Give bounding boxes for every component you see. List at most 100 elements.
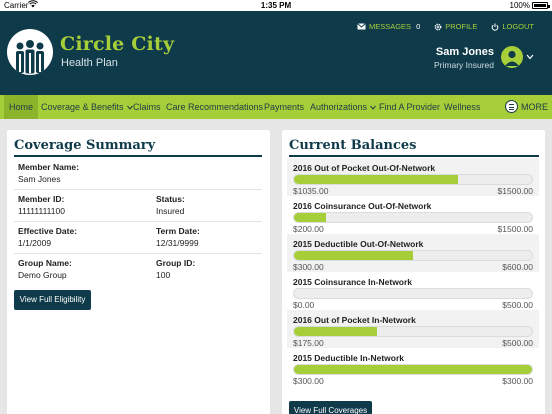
- avatar[interactable]: [501, 46, 523, 68]
- balance-progress-fill: [294, 251, 413, 260]
- coverage-summary-card: Coverage Summary Member Name: Sam Jones …: [7, 130, 270, 414]
- divider: [14, 253, 262, 254]
- view-full-eligibility-button[interactable]: View Full Eligibility: [14, 290, 91, 310]
- balance-label: 2016 Out of Pocket Out-Of-Network: [293, 163, 436, 173]
- chevron-down-icon[interactable]: [526, 54, 534, 60]
- balance-used-amount: $175.00: [293, 338, 324, 348]
- top-links: MESSAGES 0 PROFILE LOGOUT: [357, 22, 534, 31]
- balance-max-amount: $500.00: [502, 338, 533, 348]
- profile-label: PROFILE: [445, 22, 478, 31]
- balance-label: 2015 Deductible In-Network: [293, 353, 405, 363]
- balance-used-amount: $300.00: [293, 262, 324, 272]
- balance-label: 2016 Out of Pocket In-Network: [293, 315, 416, 325]
- effective-date-label: Effective Date:: [18, 226, 78, 236]
- coverage-title: Coverage Summary: [14, 138, 156, 153]
- more-label: MORE: [521, 101, 548, 112]
- balance-used-amount: $200.00: [293, 224, 324, 234]
- balance-max-amount: $1500.00: [497, 224, 533, 234]
- balance-used-amount: $0.00: [293, 300, 315, 310]
- nav-claims[interactable]: Claims: [133, 95, 161, 119]
- balance-max-amount: $300.00: [502, 376, 533, 386]
- envelope-icon: [357, 23, 366, 30]
- divider: [14, 221, 262, 222]
- balance-used-amount: $1035.00: [293, 186, 329, 196]
- balance-progress-bar: [293, 326, 533, 337]
- nav-find-provider[interactable]: Find A Provider: [379, 95, 440, 119]
- term-date-label: Term Date:: [156, 226, 200, 236]
- menu-icon: [505, 100, 518, 113]
- member-id-label: Member ID:: [18, 194, 65, 204]
- nav-coverage-label: Coverage & Benefits: [41, 102, 124, 112]
- balance-progress-fill: [294, 365, 532, 374]
- nav-care-label: Care Recommendations: [166, 102, 264, 112]
- balance-progress-fill: [294, 327, 378, 336]
- user-role: Primary Insured: [434, 60, 494, 70]
- nav-claims-label: Claims: [133, 102, 161, 112]
- battery-icon: [532, 2, 550, 9]
- app-header: Circle City Health Plan MESSAGES 0 PROFI…: [0, 11, 552, 95]
- group-id-label: Group ID:: [156, 258, 196, 268]
- nav-wellness-label: Wellness: [444, 102, 481, 112]
- nav-payments-label: Payments: [264, 102, 305, 112]
- balance-progress-bar: [293, 288, 533, 299]
- status-label: Status:: [156, 194, 185, 204]
- balance-max-amount: $1500.00: [497, 186, 533, 196]
- brand-name: Circle City: [60, 33, 175, 55]
- balance-progress-bar: [293, 364, 533, 375]
- balance-label: 2015 Coinsurance In-Network: [293, 277, 413, 287]
- user-name: Sam Jones: [435, 46, 494, 58]
- balance-progress-fill: [294, 175, 459, 184]
- nav-care-recommendations[interactable]: Care Recommendations: [166, 95, 263, 119]
- profile-link[interactable]: PROFILE: [434, 22, 477, 31]
- brand-tagline: Health Plan: [61, 57, 118, 69]
- clock: 1:35 PM: [260, 1, 292, 10]
- status-bar: Carrier 1:35 PM 100%: [0, 0, 552, 11]
- balance-progress-fill: [294, 213, 326, 222]
- user-block[interactable]: Sam Jones Primary Insured: [434, 46, 494, 70]
- balance-progress-bar: [293, 250, 533, 261]
- logout-link[interactable]: LOGOUT: [491, 22, 534, 31]
- status-value: Insured: [156, 206, 185, 216]
- nav-authorizations-label: Authorizations: [310, 102, 368, 112]
- member-name-label: Member Name:: [18, 162, 79, 172]
- balance-label: 2016 Coinsurance Out-Of-Network: [293, 201, 432, 211]
- divider: [14, 189, 262, 190]
- nav-coverage-benefits[interactable]: Coverage & Benefits: [41, 95, 133, 119]
- effective-date-value: 1/1/2009: [18, 238, 52, 248]
- view-full-coverages-button[interactable]: View Full Coverages: [289, 401, 372, 414]
- nav-home[interactable]: Home: [4, 95, 39, 119]
- power-icon: [492, 23, 499, 31]
- balance-progress-bar: [293, 212, 533, 223]
- battery-percent: 100%: [509, 1, 530, 10]
- logout-label: LOGOUT: [502, 22, 534, 31]
- balance-used-amount: $300.00: [293, 376, 324, 386]
- group-id-value: 100: [156, 270, 171, 280]
- more-button[interactable]: MORE: [505, 100, 548, 113]
- nav-home-label: Home: [9, 102, 34, 112]
- chevron-down-icon: [370, 105, 376, 110]
- balance-max-amount: $500.00: [502, 300, 533, 310]
- logo-icon[interactable]: [7, 29, 53, 75]
- group-name-value: Demo Group: [18, 270, 67, 280]
- messages-label: MESSAGES: [368, 22, 412, 31]
- nav-wellness[interactable]: Wellness: [444, 95, 480, 119]
- main-nav: Home Coverage & Benefits Claims Care Rec…: [0, 95, 552, 119]
- nav-payments[interactable]: Payments: [264, 95, 304, 119]
- balances-title-rule: [289, 155, 539, 157]
- chevron-down-icon: [126, 105, 133, 110]
- member-id-value: 11111111100: [18, 206, 65, 216]
- balance-max-amount: $600.00: [502, 262, 533, 272]
- term-date-value: 12/31/9999: [156, 238, 199, 248]
- group-name-label: Group Name:: [18, 258, 72, 268]
- messages-link[interactable]: MESSAGES 0: [357, 22, 420, 31]
- gear-icon: [434, 23, 442, 30]
- balance-label: 2015 Deductible Out-Of-Network: [293, 239, 424, 249]
- messages-count: 0: [416, 22, 421, 31]
- nav-authorizations[interactable]: Authorizations: [310, 95, 376, 119]
- coverage-title-rule: [14, 155, 262, 157]
- balance-progress-bar: [293, 174, 533, 185]
- balances-title: Current Balances: [289, 138, 417, 153]
- nav-find-provider-label: Find A Provider: [379, 102, 441, 112]
- current-balances-card: Current Balances 2016 Out of Pocket Out-…: [282, 130, 545, 414]
- member-name-value: Sam Jones: [18, 174, 61, 184]
